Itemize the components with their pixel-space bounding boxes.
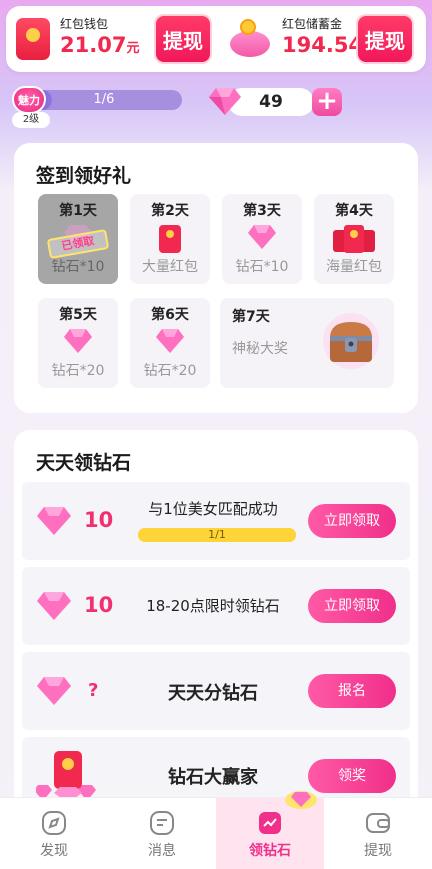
claim-button[interactable]: 立即领取 — [308, 504, 396, 538]
tab-withdraw[interactable]: 提现 — [324, 798, 432, 869]
bottom-nav: 发现 消息 领钻石 提现 — [0, 791, 432, 869]
signin-day-5[interactable]: 第5天 钻石*20 — [38, 298, 118, 388]
day-reward: 大量红包 — [142, 259, 198, 275]
red-packet-diamonds-icon — [36, 751, 96, 803]
compass-icon — [42, 811, 66, 835]
charm-progress-text: 1/6 — [93, 92, 115, 107]
diamond-badge-icon — [285, 791, 317, 809]
day-label: 第3天 — [243, 203, 281, 219]
claim-button[interactable]: 立即领取 — [308, 589, 396, 623]
signin-day-6[interactable]: 第6天 钻石*20 — [130, 298, 210, 388]
signin-day-7[interactable]: 第7天 神秘大奖 — [220, 298, 394, 388]
day-reward: 钻石*10 — [51, 259, 105, 275]
day-label: 第4天 — [335, 203, 373, 219]
treasure-chest-icon — [323, 313, 379, 369]
red-packet-icon — [159, 225, 181, 253]
level-badge: 2级 — [12, 112, 50, 128]
diamond-icon — [248, 225, 276, 249]
day-label: 第2天 — [151, 203, 189, 219]
wallet-card: 红包钱包 21.07元 提现 红包储蓄金 194.54元 提现 — [6, 6, 426, 72]
task-title: 18-20点限时领钻石 — [146, 597, 280, 615]
diamond-icon — [37, 592, 71, 620]
tab-label: 提现 — [364, 843, 392, 859]
signin-day-3[interactable]: 第3天 钻石*10 — [222, 194, 302, 284]
task-reward-count: 10 — [84, 508, 114, 532]
tab-messages[interactable]: 消息 — [108, 798, 216, 869]
red-packet-wallet: 红包钱包 21.07元 提现 — [14, 6, 216, 72]
charm-heart-icon: 魅力 — [12, 86, 46, 114]
diamond-icon — [64, 329, 92, 353]
task-row: ? 天天分钻石 报名 — [22, 652, 410, 730]
claimed-stamp: 已领取 — [46, 228, 110, 260]
day-reward: 钻石*20 — [51, 363, 105, 379]
diamond-icon — [209, 88, 241, 115]
red-packets-icon — [333, 225, 375, 253]
task-row: 10 与1位美女匹配成功 1/1 立即领取 — [22, 482, 410, 560]
task-title: 天天分钻石 — [168, 683, 258, 704]
add-diamond-button[interactable]: + — [312, 88, 342, 116]
day-reward: 钻石*10 — [235, 259, 289, 275]
signup-button[interactable]: 报名 — [308, 674, 396, 708]
savings-withdraw-button[interactable]: 提现 — [356, 14, 414, 64]
signin-panel: 签到领好礼 第1天 已领取 钻石*10 第2天 大量红包 第3天 钻石*10 第… — [14, 143, 418, 413]
charm-level[interactable]: 1/6 魅力 2级 — [12, 86, 182, 130]
tab-diamonds[interactable]: 领钻石 — [216, 791, 324, 869]
daily-title: 天天领钻石 — [36, 452, 132, 474]
diamond-icon — [156, 329, 184, 353]
claim-prize-button[interactable]: 领奖 — [308, 759, 396, 793]
red-packet-label: 红包钱包 — [60, 17, 109, 31]
day-reward: 海量红包 — [326, 259, 382, 275]
day-label: 第6天 — [151, 307, 189, 323]
diamond-tab-icon — [259, 812, 281, 834]
red-packet-icon — [16, 18, 50, 60]
diamond-icon — [37, 677, 71, 705]
task-title: 与1位美女匹配成功 — [148, 500, 278, 518]
tab-label: 消息 — [148, 843, 176, 859]
task-reward-count: ? — [88, 680, 99, 701]
task-title: 钻石大赢家 — [168, 767, 258, 788]
tab-discover[interactable]: 发现 — [0, 798, 108, 869]
day-label: 第7天 — [232, 309, 270, 325]
piggy-bank-icon — [228, 19, 272, 59]
signin-title: 签到领好礼 — [36, 165, 132, 187]
tab-label: 发现 — [40, 843, 68, 859]
day-reward: 钻石*20 — [143, 363, 197, 379]
red-packet-withdraw-button[interactable]: 提现 — [154, 14, 212, 64]
task-progress-text: 1/1 — [208, 528, 226, 541]
savings-wallet: 红包储蓄金 194.54元 提现 — [216, 6, 418, 72]
diamond-icon — [37, 507, 71, 535]
task-reward-count: 10 — [84, 593, 114, 617]
red-packet-amount: 21.07元 — [60, 33, 140, 57]
day-label: 第5天 — [59, 307, 97, 323]
wallet-icon — [366, 813, 390, 833]
diamond-balance: 49 + — [208, 86, 344, 116]
charm-progress-bar: 1/6 — [26, 90, 182, 110]
daily-diamonds-panel: 天天领钻石 10 与1位美女匹配成功 1/1 立即领取 10 18-20点限时领… — [14, 430, 418, 810]
signin-day-1[interactable]: 第1天 已领取 钻石*10 — [38, 194, 118, 284]
message-icon — [150, 811, 174, 835]
day-label: 第1天 — [59, 203, 97, 219]
signin-day-4[interactable]: 第4天 海量红包 — [314, 194, 394, 284]
task-row: 10 18-20点限时领钻石 立即领取 — [22, 567, 410, 645]
tab-label: 领钻石 — [249, 843, 291, 859]
task-progress-bar: 1/1 — [138, 528, 296, 542]
day-reward: 神秘大奖 — [232, 341, 288, 357]
signin-day-2[interactable]: 第2天 大量红包 — [130, 194, 210, 284]
